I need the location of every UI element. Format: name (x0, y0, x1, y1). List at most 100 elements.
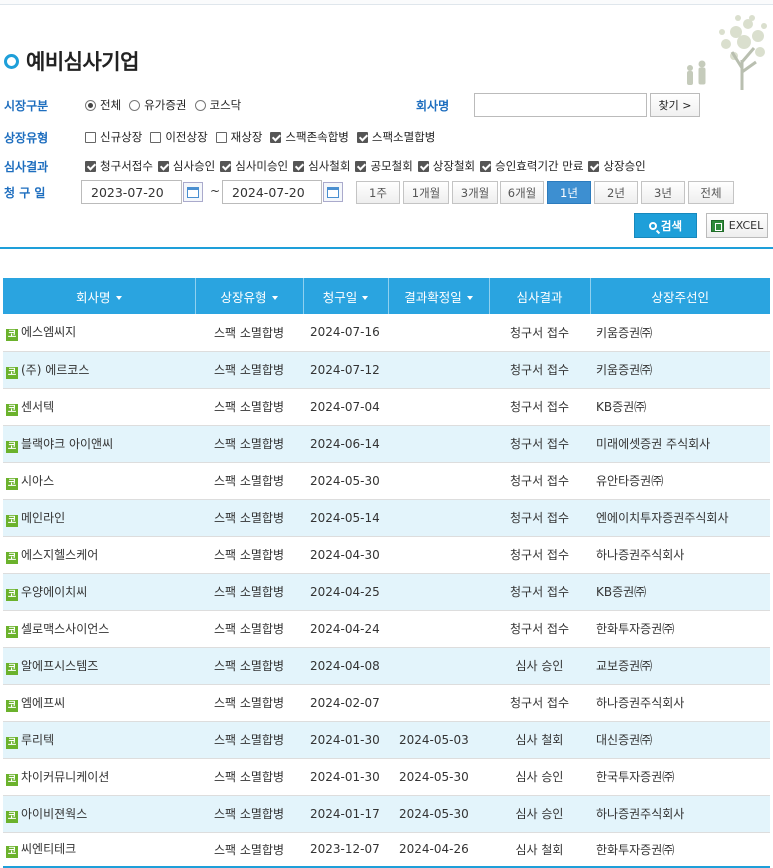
company-name-link[interactable]: 메인라인 (21, 511, 65, 525)
company-name-input[interactable] (474, 93, 647, 117)
company-name-link[interactable]: 셀로맥스사이언스 (21, 622, 109, 636)
checkbox-checked-icon[interactable] (220, 160, 232, 172)
column-header-company[interactable]: 회사명 (3, 278, 195, 314)
company-name-link[interactable]: 에스엠씨지 (21, 325, 76, 339)
checkbox-icon[interactable] (215, 131, 227, 143)
company-name-cell[interactable]: 코 알에프시스템즈 (3, 647, 195, 685)
request-date-cell: 2023-12-07 (303, 832, 388, 868)
listing-type-relisting[interactable]: 재상장 (215, 129, 262, 145)
period-6month-button[interactable]: 6개월 (500, 181, 544, 204)
result-listing-withdrawn[interactable]: 상장철회 (417, 158, 475, 174)
company-name-cell[interactable]: 코 시아스 (3, 462, 195, 500)
column-header-confirm-date[interactable]: 결과확정일 (387, 278, 489, 314)
company-name-cell[interactable]: 코 센서텍 (3, 388, 195, 426)
result-request-received[interactable]: 청구서접수 (85, 158, 153, 174)
result-review-approved[interactable]: 심사승인 (157, 158, 215, 174)
checkbox-checked-icon[interactable] (480, 160, 492, 172)
company-name-cell[interactable]: 코 (주) 에르코스 (3, 351, 195, 389)
radio-icon[interactable] (194, 99, 206, 111)
company-name-link[interactable]: 엠에프씨 (21, 696, 65, 710)
search-button[interactable]: 검색 (634, 213, 697, 238)
period-2year-button[interactable]: 2년 (594, 181, 638, 204)
table-row: 코 루리텍 스팩 소멸합병 2024-01-30 2024-05-03 심사 철회 대신증권… (3, 721, 770, 759)
period-1month-button[interactable]: 1개월 (403, 181, 449, 204)
checkbox-checked-icon[interactable] (417, 160, 429, 172)
company-name-link[interactable]: (주) 에르코스 (21, 363, 89, 377)
radio-icon[interactable] (129, 99, 141, 111)
checkbox-checked-icon[interactable] (293, 160, 305, 172)
company-name-link[interactable]: 씨엔티테크 (21, 842, 76, 856)
company-name-cell[interactable]: 코 블랙야크 아이앤씨 (3, 425, 195, 463)
market-option-all[interactable]: 전체 (85, 97, 121, 113)
listing-type-cell: 스팩 소멸합병 (195, 388, 303, 426)
checkbox-checked-icon[interactable] (270, 131, 282, 143)
company-name-cell[interactable]: 코 메인라인 (3, 499, 195, 537)
review-result-cell: 청구서 접수 (489, 610, 590, 648)
checkbox-icon[interactable] (85, 131, 96, 143)
date-to-input[interactable]: 2024-07-20 (222, 180, 322, 204)
checkbox-checked-icon[interactable] (355, 160, 367, 172)
checkbox-checked-icon[interactable] (356, 131, 368, 143)
market-option-kospi[interactable]: 유가증권 (129, 97, 187, 113)
result-offering-withdrawn[interactable]: 공모철회 (355, 158, 413, 174)
company-name-cell[interactable]: 코 엠에프씨 (3, 684, 195, 722)
company-name-link[interactable]: 우양에이치씨 (21, 585, 87, 599)
column-header-listing-type[interactable]: 상장유형 (194, 278, 303, 314)
checkbox-checked-icon[interactable] (157, 160, 169, 172)
company-name-link[interactable]: 알에프시스템즈 (21, 659, 98, 673)
excel-download-button[interactable]: EXCEL (706, 213, 768, 238)
company-name-link[interactable]: 루리텍 (21, 733, 54, 747)
period-3year-button[interactable]: 3년 (641, 181, 685, 204)
confirm-date-cell (388, 314, 489, 352)
company-name-link[interactable]: 아이비젼웍스 (21, 807, 87, 821)
company-name-cell[interactable]: 코 차이커뮤니케이션 (3, 758, 195, 796)
checkbox-checked-icon[interactable] (588, 160, 600, 172)
checkbox-icon[interactable] (150, 131, 162, 143)
date-to-calendar-button[interactable] (323, 182, 343, 202)
date-from-input[interactable]: 2023-07-20 (81, 180, 182, 204)
company-name-cell[interactable]: 코 셀로맥스사이언스 (3, 610, 195, 648)
listing-type-new[interactable]: 신규상장 (85, 129, 142, 145)
company-name-link[interactable]: 블랙야크 아이앤씨 (21, 437, 113, 451)
company-name-cell[interactable]: 코 아이비젼웍스 (3, 795, 195, 833)
sort-down-icon[interactable] (362, 296, 369, 300)
confirm-date-cell: 2024-05-30 (388, 795, 489, 833)
company-name-cell[interactable]: 코 에스엠씨지 (3, 314, 195, 352)
result-review-withdrawn[interactable]: 심사철회 (293, 158, 350, 174)
table-row: 코 차이커뮤니케이션 스팩 소멸합병 2024-01-30 2024-05-30 심사 승… (3, 758, 770, 796)
company-name-link[interactable]: 시아스 (21, 474, 54, 488)
listing-type-spac-survive[interactable]: 스팩존속합병 (270, 129, 349, 145)
sort-down-icon[interactable] (271, 296, 278, 300)
find-company-button[interactable]: 찾기 > (650, 93, 700, 117)
column-header-request-date[interactable]: 청구일 (302, 278, 388, 314)
underwriter-cell: 미래에셋증권 주식회사 (590, 425, 770, 463)
company-name-cell[interactable]: 코 씨엔티테크 (3, 832, 195, 868)
listing-type-spac-extinct[interactable]: 스팩소멸합병 (356, 129, 435, 145)
listing-type-transfer[interactable]: 이전상장 (150, 129, 208, 145)
period-1week-button[interactable]: 1주 (356, 181, 400, 204)
request-date-cell: 2024-04-25 (303, 573, 388, 611)
radio-checked-icon[interactable] (85, 99, 96, 111)
listing-type-cell: 스팩 소멸합병 (195, 425, 303, 463)
company-name-link[interactable]: 차이커뮤니케이션 (21, 770, 109, 784)
period-3month-button[interactable]: 3개월 (452, 181, 498, 204)
underwriter-cell: KB증권㈜ (590, 573, 770, 611)
result-listing-approved[interactable]: 상장승인 (588, 158, 646, 174)
request-date-cell: 2024-07-04 (303, 388, 388, 426)
date-from-calendar-button[interactable] (183, 182, 203, 202)
period-all-button[interactable]: 전체 (688, 181, 734, 204)
result-approval-expired[interactable]: 승인효력기간 만료 (480, 158, 583, 174)
company-name-link[interactable]: 에스지헬스케어 (21, 548, 98, 562)
company-name-cell[interactable]: 코 에스지헬스케어 (3, 536, 195, 574)
checkbox-checked-icon[interactable] (85, 160, 96, 172)
market-option-kosdaq[interactable]: 코스닥 (194, 97, 241, 113)
period-1year-button[interactable]: 1년 (547, 181, 591, 204)
company-name-cell[interactable]: 코 우양에이치씨 (3, 573, 195, 611)
sort-down-icon[interactable] (466, 296, 473, 300)
company-name-link[interactable]: 센서텍 (21, 400, 54, 414)
kosdaq-market-icon: 코 (6, 846, 18, 859)
kosdaq-market-icon: 코 (6, 810, 18, 823)
result-review-rejected[interactable]: 심사미승인 (220, 158, 288, 174)
company-name-cell[interactable]: 코 루리텍 (3, 721, 195, 759)
sort-down-icon[interactable] (115, 296, 122, 300)
